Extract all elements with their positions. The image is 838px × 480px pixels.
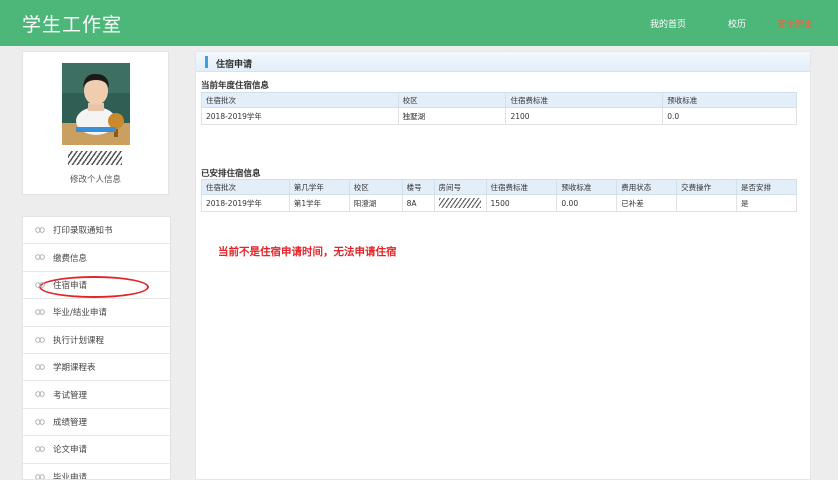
sidebar-item-grades[interactable]: 成绩管理	[23, 409, 170, 437]
avatar	[62, 63, 130, 145]
arranged-table: 住宿批次 第几学年 校区 楼号 房间号 住宿费标准 预收标准 费用状态 交费操作…	[201, 179, 797, 212]
link-icon	[35, 391, 45, 398]
sidebar-item-label: 毕业申请	[53, 472, 88, 480]
column-header: 住宿批次	[201, 179, 290, 195]
table-cell: 阳澄湖	[348, 194, 403, 212]
sidebar-item-label: 考试管理	[53, 390, 88, 401]
column-header: 住宿批次	[201, 92, 399, 108]
column-header: 楼号	[401, 179, 435, 195]
sidebar-item-label: 学期课程表	[53, 363, 96, 374]
table-header-row: 住宿批次 第几学年 校区 楼号 房间号 住宿费标准 预收标准 费用状态 交费操作…	[201, 179, 797, 195]
sidebar-item-label: 毕业/结业申请	[53, 308, 107, 319]
column-header: 预收标准	[556, 179, 618, 195]
arranged-title: 已安排住宿信息	[201, 169, 261, 179]
table-cell: 1500	[485, 194, 558, 212]
notice-message: 当前不是住宿申请时间，无法申请住宿	[218, 246, 397, 258]
sidebar-item-exams[interactable]: 考试管理	[23, 381, 170, 409]
current-year-title: 当前年度住宿信息	[201, 81, 270, 91]
table-cell: 0.0	[662, 107, 797, 125]
link-icon	[35, 282, 45, 288]
sidebar-item-label: 成绩管理	[53, 417, 88, 428]
room-number-redacted	[438, 198, 481, 208]
column-header: 校区	[397, 92, 507, 108]
link-icon	[35, 364, 45, 370]
sidebar-item-label: 缴费信息	[53, 253, 88, 264]
logout-link[interactable]: 安全退出	[777, 17, 813, 30]
table-row: 2018-2019学年 独墅湖 2100 0.0	[201, 107, 797, 125]
app-title: 学生工作室	[22, 14, 123, 36]
sidebar-item-graduate-apply[interactable]: 毕业申请	[23, 464, 170, 480]
link-icon	[35, 227, 45, 233]
sidebar-item-label: 打印录取通知书	[53, 226, 113, 237]
table-cell: 独墅湖	[397, 107, 507, 125]
table-cell: 2018-2019学年	[201, 194, 290, 212]
sidebar-item-timetable[interactable]: 学期课程表	[23, 354, 170, 382]
column-header: 交费操作	[676, 179, 738, 195]
link-icon	[35, 336, 45, 343]
main-panel: 住宿申请 当前年度住宿信息 住宿批次 校区 住宿费标准 预收标准 2018-20…	[195, 51, 811, 480]
link-icon	[35, 446, 45, 452]
link-icon	[35, 254, 45, 261]
table-cell: 0.00	[556, 194, 618, 212]
current-year-table: 住宿批次 校区 住宿费标准 预收标准 2018-2019学年 独墅湖 2100 …	[201, 92, 797, 125]
table-cell: 是	[736, 194, 797, 212]
panel-header: 住宿申请	[196, 52, 810, 72]
table-header-row: 住宿批次 校区 住宿费标准 预收标准	[201, 92, 797, 108]
column-header: 住宿费标准	[505, 92, 664, 108]
sidebar-item-print-admission[interactable]: 打印录取通知书	[23, 217, 170, 245]
panel-title: 住宿申请	[216, 60, 253, 70]
table-cell: 2018-2019学年	[201, 107, 399, 125]
column-header: 校区	[348, 179, 403, 195]
profile-card: 修改个人信息	[22, 51, 169, 195]
column-header: 是否安排	[736, 179, 797, 195]
column-header: 第几学年	[288, 179, 350, 195]
sidebar-item-graduation[interactable]: 毕业/结业申请	[23, 299, 170, 327]
link-icon	[35, 309, 45, 315]
nav-home-link[interactable]: 我的首页	[650, 17, 686, 30]
column-header: 住宿费标准	[485, 179, 558, 195]
top-bar: 学生工作室 我的首页 校历 安全退出	[0, 0, 838, 46]
username-redacted	[68, 151, 122, 165]
column-header: 预收标准	[662, 92, 797, 108]
header-accent-bar	[205, 56, 208, 68]
table-cell: 8A	[401, 194, 435, 212]
column-header: 房间号	[433, 179, 487, 195]
sidebar-item-thesis[interactable]: 论文申请	[23, 436, 170, 464]
sidebar-item-payment[interactable]: 缴费信息	[23, 244, 170, 272]
link-icon	[35, 473, 45, 479]
table-cell: 2100	[505, 107, 664, 125]
nav-calendar-link[interactable]: 校历	[728, 17, 746, 30]
sidebar-item-label: 论文申请	[53, 445, 88, 456]
sidebar-menu: 打印录取通知书 缴费信息 住宿申请 毕业/结业申请 执行计划课程 学期课程表 考…	[22, 216, 171, 480]
edit-profile-link[interactable]: 修改个人信息	[23, 173, 168, 185]
table-cell: 第1学年	[288, 194, 350, 212]
payment-action-cell[interactable]	[676, 194, 738, 212]
sidebar-item-housing[interactable]: 住宿申请	[23, 272, 170, 300]
table-row: 2018-2019学年 第1学年 阳澄湖 8A 1500 0.00 已补差 是	[201, 194, 797, 212]
column-header: 费用状态	[616, 179, 678, 195]
table-cell: 已补差	[616, 194, 678, 212]
link-icon	[35, 418, 45, 425]
sidebar-item-label: 执行计划课程	[53, 335, 105, 346]
room-number-cell	[433, 194, 487, 212]
highlight-circle	[39, 275, 149, 298]
sidebar-item-plan-courses[interactable]: 执行计划课程	[23, 327, 170, 354]
